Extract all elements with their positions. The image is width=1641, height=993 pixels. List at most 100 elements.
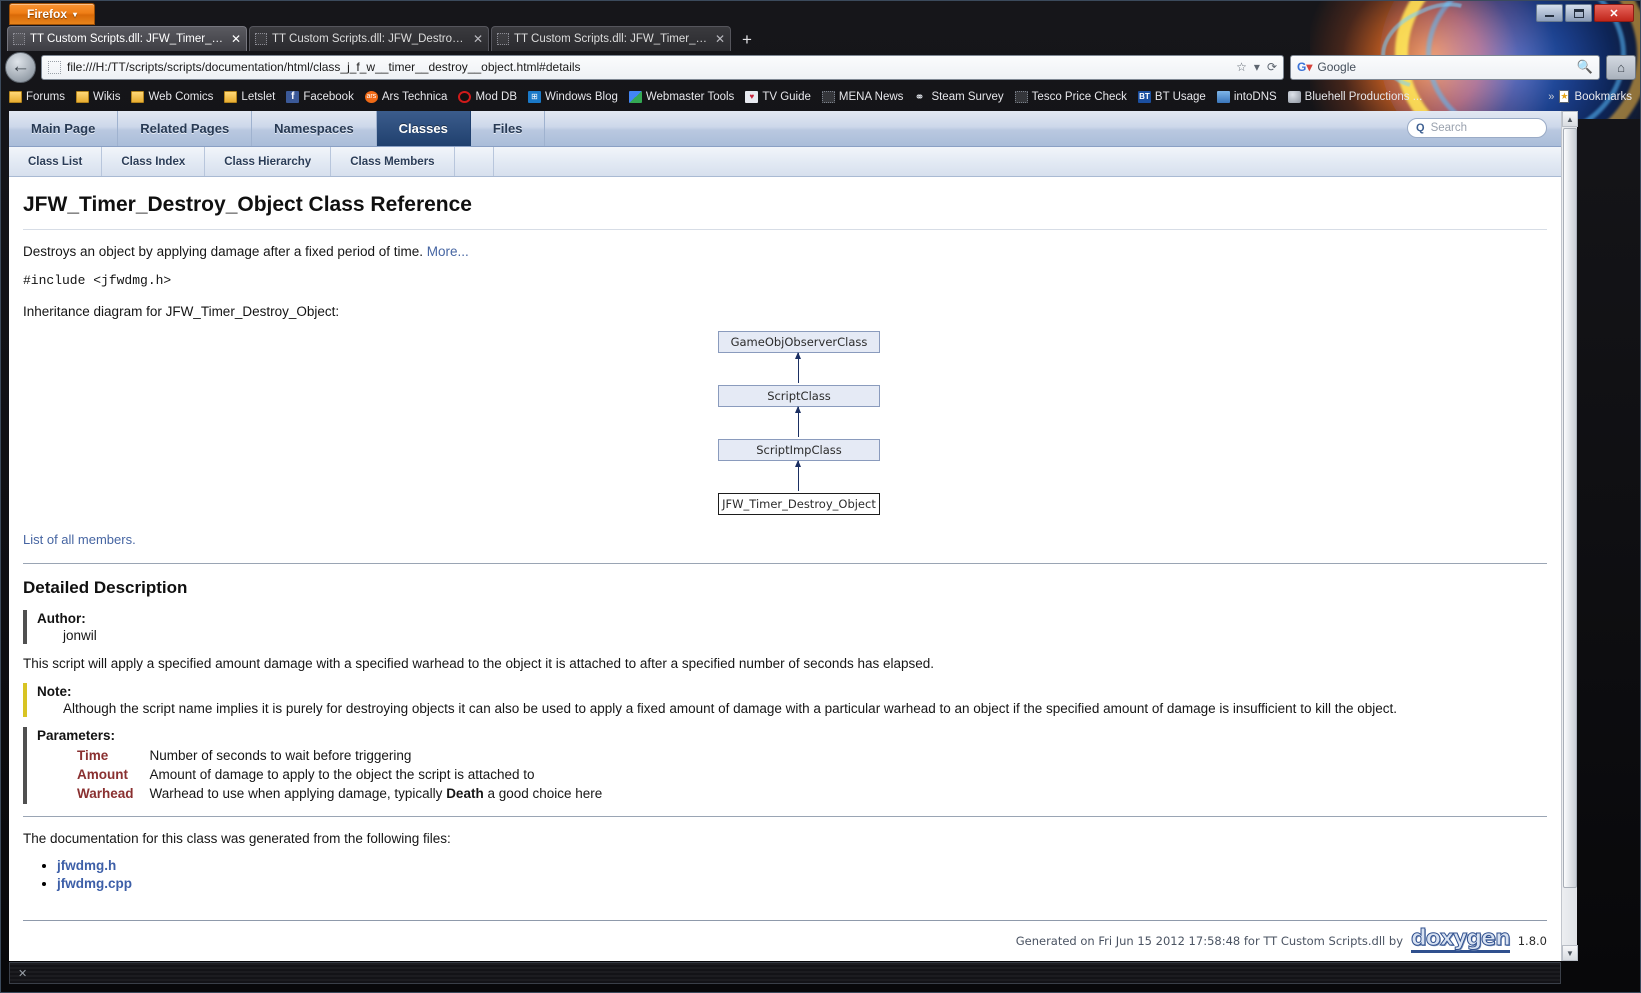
nav-tab-classes[interactable]: Classes xyxy=(377,111,471,146)
doxygen-primary-nav: Main Page Related Pages Namespaces Class… xyxy=(9,111,1561,147)
browser-window: Firefox ▾ ✕ TT Custom Scripts.dll: JFW_T… xyxy=(0,0,1641,993)
tab-close-icon[interactable]: ✕ xyxy=(231,32,241,46)
param-desc-amount: Amount of damage to apply to the object … xyxy=(150,765,603,784)
bt-icon: BT xyxy=(1138,91,1151,103)
bookmark-label: TV Guide xyxy=(762,91,811,103)
page-footer: Generated on Fri Jun 15 2012 17:58:48 fo… xyxy=(23,920,1547,953)
bookmarks-toolbar: Forums Wikis Web Comics Letslet fFaceboo… xyxy=(1,85,1640,108)
browser-tab-3-label: TT Custom Scripts.dll: JFW_Timer_De... xyxy=(514,33,711,45)
bookmark-tesco-price-check[interactable]: Tesco Price Check xyxy=(1015,91,1127,103)
bookmark-label: Bluehell Productions ... xyxy=(1305,91,1423,103)
tab-close-icon[interactable]: ✕ xyxy=(473,32,483,46)
reload-icon[interactable]: ⟳ xyxy=(1267,60,1277,74)
bookmark-bluehell-productions[interactable]: Bluehell Productions ... xyxy=(1288,91,1423,103)
title-divider xyxy=(23,229,1547,230)
diagram-node-scriptimpclass[interactable]: ScriptImpClass xyxy=(718,439,880,461)
browser-tab-3[interactable]: TT Custom Scripts.dll: JFW_Timer_De... ✕ xyxy=(491,26,731,51)
parameters-table-wrap: Time Number of seconds to wait before tr… xyxy=(63,746,1547,803)
bookmarks-toolbar-right: » ★ Bookmarks xyxy=(1548,85,1632,108)
scrollbar-thumb[interactable] xyxy=(1563,128,1577,888)
nav-tab-namespaces[interactable]: Namespaces xyxy=(252,111,377,146)
bookmark-label: intoDNS xyxy=(1234,91,1277,103)
more-link[interactable]: More... xyxy=(427,244,469,259)
scroll-down-icon[interactable]: ▼ xyxy=(1562,945,1578,961)
bookmark-star-icon[interactable]: ☆ xyxy=(1236,60,1247,74)
nav-subtab-class-hierarchy[interactable]: Class Hierarchy xyxy=(205,147,331,176)
note-block: Note: Although the script name implies i… xyxy=(23,683,1547,717)
google-webmaster-icon xyxy=(629,91,642,103)
overflow-chevron-icon[interactable]: » xyxy=(1548,91,1554,103)
inheritance-diagram: GameObjObserverClass ScriptClass ScriptI… xyxy=(23,327,1547,522)
browser-tab-1[interactable]: TT Custom Scripts.dll: JFW_Timer_De... ✕ xyxy=(7,26,247,51)
bookmark-webmaster-tools[interactable]: Webmaster Tools xyxy=(629,91,734,103)
google-icon: G▾ xyxy=(1297,60,1312,74)
url-bar[interactable]: file:///H:/TT/scripts/scripts/documentat… xyxy=(41,55,1284,80)
page-viewport: Main Page Related Pages Namespaces Class… xyxy=(9,111,1561,961)
close-button[interactable]: ✕ xyxy=(1594,4,1634,22)
bookmark-mena-news[interactable]: MENA News xyxy=(822,91,904,103)
bookmark-tv-guide[interactable]: ♥TV Guide xyxy=(745,91,811,103)
home-button[interactable]: ⌂ xyxy=(1606,55,1636,80)
file-link-jfwdmg-h[interactable]: jfwdmg.h xyxy=(57,858,116,873)
section-divider xyxy=(23,563,1547,564)
table-row: Time Number of seconds to wait before tr… xyxy=(77,746,602,765)
nav-tab-main-page[interactable]: Main Page xyxy=(9,111,118,146)
bookmark-label: Wikis xyxy=(93,91,120,103)
bookmark-facebook[interactable]: fFacebook xyxy=(286,91,354,103)
blank-page-icon xyxy=(822,91,835,103)
maximize-button[interactable] xyxy=(1565,4,1592,22)
bookmark-windows-blog[interactable]: ⊞Windows Blog xyxy=(528,91,618,103)
diagram-node-gameobjobserverclass[interactable]: GameObjObserverClass xyxy=(718,331,880,353)
bookmark-intodns[interactable]: intoDNS xyxy=(1217,91,1277,103)
list-of-all-members-link[interactable]: List of all members. xyxy=(23,532,136,547)
file-link-jfwdmg-cpp[interactable]: jfwdmg.cpp xyxy=(57,876,132,891)
bookmark-label: Ars Technica xyxy=(382,91,448,103)
bookmark-bt-usage[interactable]: BTBT Usage xyxy=(1138,91,1206,103)
diagram-arrow-1 xyxy=(798,353,799,383)
diagram-node-scriptclass[interactable]: ScriptClass xyxy=(718,385,880,407)
bookmark-web-comics[interactable]: Web Comics xyxy=(131,91,213,103)
chevron-down-icon[interactable]: ▾ xyxy=(1254,60,1260,74)
browser-search-bar[interactable]: G▾ Google 🔍 xyxy=(1290,55,1600,80)
doxygen-logo[interactable]: doxygen xyxy=(1411,929,1510,953)
bookmarks-menu-label[interactable]: Bookmarks xyxy=(1574,91,1632,103)
bookmark-mod-db[interactable]: Mod DB xyxy=(458,91,517,103)
browser-tab-1-label: TT Custom Scripts.dll: JFW_Timer_De... xyxy=(30,33,227,45)
page-scrollbar-vertical[interactable]: ▲ ▼ xyxy=(1561,111,1577,961)
steam-icon: ⚭ xyxy=(914,91,927,103)
bookmark-wikis[interactable]: Wikis xyxy=(76,91,120,103)
nav-subtab-class-members[interactable]: Class Members xyxy=(331,147,454,176)
nav-subtab-class-list[interactable]: Class List xyxy=(9,147,102,176)
firefox-app-menu-button[interactable]: Firefox ▾ xyxy=(9,3,95,25)
close-icon[interactable]: ✕ xyxy=(18,967,27,980)
bookmark-ars-technica[interactable]: arsArs Technica xyxy=(365,91,448,103)
nav-subtab-class-index[interactable]: Class Index xyxy=(102,147,205,176)
doxygen-search-box[interactable]: Q Search xyxy=(1407,118,1547,138)
note-label: Note: xyxy=(37,684,1547,699)
search-icon[interactable]: 🔍 xyxy=(1577,59,1593,75)
maximize-icon xyxy=(1574,9,1584,18)
arrow-left-icon: ← xyxy=(11,56,30,78)
browser-search-input[interactable]: Google xyxy=(1317,60,1576,74)
minimize-button[interactable] xyxy=(1536,4,1563,22)
back-button[interactable]: ← xyxy=(5,52,36,83)
browser-tab-2[interactable]: TT Custom Scripts.dll: JFW_Destroy_S... … xyxy=(249,26,489,51)
bookmark-letslet[interactable]: Letslet xyxy=(224,91,275,103)
nav-tab-related-pages[interactable]: Related Pages xyxy=(118,111,252,146)
chevron-down-icon: ▾ xyxy=(73,10,77,19)
bookmark-steam-survey[interactable]: ⚭Steam Survey xyxy=(914,91,1003,103)
nav-tab-files[interactable]: Files xyxy=(471,111,546,146)
window-controls: ✕ xyxy=(1536,4,1634,22)
find-bar: ✕ xyxy=(9,962,1561,984)
tab-close-icon[interactable]: ✕ xyxy=(715,32,725,46)
list-item: jfwdmg.cpp xyxy=(57,876,1547,891)
diagram-node-jfw-timer-destroy-object: JFW_Timer_Destroy_Object xyxy=(718,493,880,515)
scroll-up-icon[interactable]: ▲ xyxy=(1562,111,1578,127)
firefox-app-menu-label: Firefox xyxy=(27,7,67,21)
bookmark-forums[interactable]: Forums xyxy=(9,91,65,103)
close-icon: ✕ xyxy=(1609,7,1618,20)
dns-icon xyxy=(1217,91,1230,103)
new-tab-button[interactable]: + xyxy=(733,28,761,51)
parameters-block: Parameters: Time Number of seconds to wa… xyxy=(23,727,1547,804)
doxygen-search-input[interactable]: Search xyxy=(1431,122,1467,134)
